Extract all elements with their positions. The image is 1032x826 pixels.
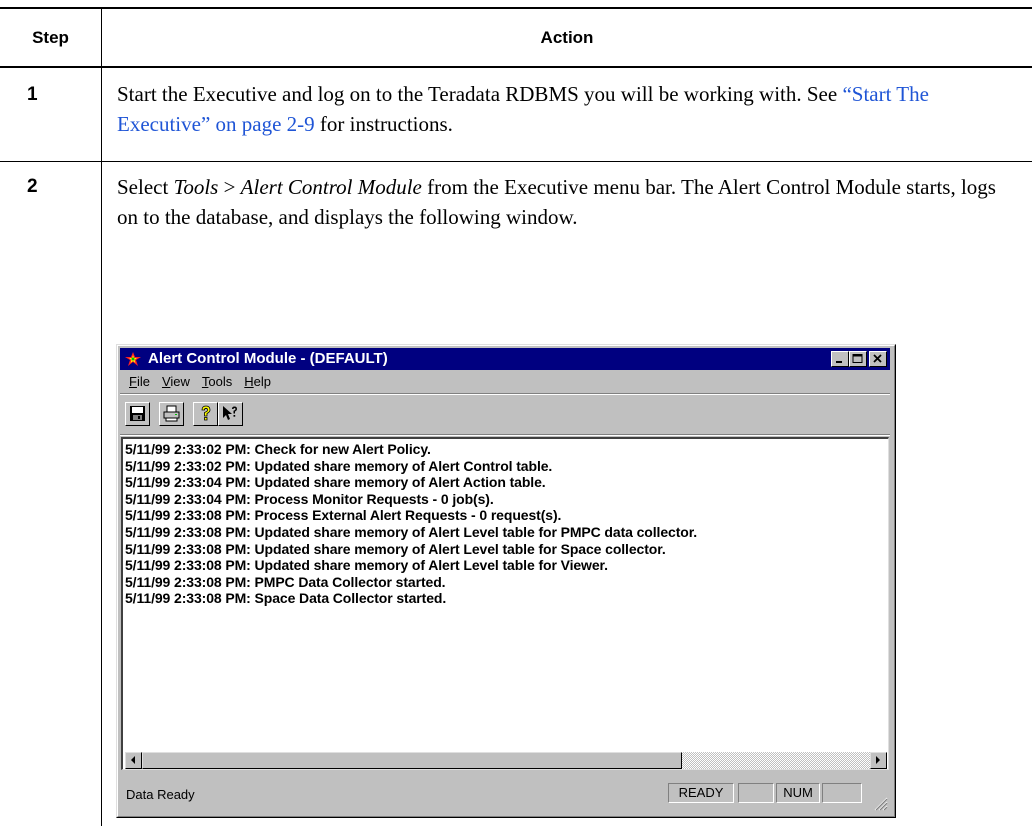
whats-this-help-button[interactable]	[218, 402, 243, 426]
app-icon	[125, 351, 142, 367]
status-panel-empty	[738, 783, 774, 803]
step-2-action: Select Tools > Alert Control Module from…	[117, 172, 997, 232]
status-bar: Data Ready READY NUM	[120, 775, 890, 813]
step-number-2: 2	[27, 176, 38, 197]
scroll-left-button[interactable]	[125, 752, 142, 769]
menu-path-alert-control-module: Alert Control Module	[240, 175, 422, 199]
help-icon	[201, 405, 211, 421]
scroll-right-button[interactable]	[870, 752, 887, 769]
minimize-icon	[836, 361, 842, 363]
row-divider	[0, 161, 1032, 162]
log-line: 5/11/99 2:33:04 PM: Updated share memory…	[125, 474, 546, 491]
print-button[interactable]	[159, 402, 184, 426]
whats-this-help-icon	[223, 406, 237, 420]
log-line: 5/11/99 2:33:08 PM: Space Data Collector…	[125, 590, 447, 607]
step-2-text-select: Select	[117, 175, 174, 199]
menu-separator	[120, 393, 890, 395]
menu-path-separator: >	[218, 175, 241, 199]
column-header-action: Action	[540, 27, 594, 47]
menu-file[interactable]: File	[126, 372, 153, 392]
log-line: 5/11/99 2:33:08 PM: Updated share memory…	[125, 523, 698, 540]
step-number-1: 1	[27, 84, 38, 105]
log-output-pane[interactable]: 5/11/99 2:33:02 PM: Check for new Alert …	[121, 437, 889, 770]
status-panel-empty	[822, 783, 862, 803]
save-icon	[130, 406, 145, 421]
window-controls	[831, 351, 887, 367]
window-title: Alert Control Module - (DEFAULT)	[148, 350, 388, 367]
horizontal-scrollbar[interactable]	[125, 752, 887, 769]
close-icon	[873, 354, 882, 363]
log-line: 5/11/99 2:33:02 PM: Check for new Alert …	[125, 441, 431, 457]
menu-help[interactable]: Help	[241, 372, 274, 392]
menu-bar: File View Tools Help	[120, 372, 274, 392]
scroll-right-arrow-icon	[876, 756, 880, 764]
status-message: Data Ready	[126, 787, 195, 802]
save-button[interactable]	[125, 402, 150, 426]
resize-grip-icon[interactable]	[872, 795, 888, 811]
toolbar	[120, 397, 890, 433]
minimize-button[interactable]	[831, 351, 849, 367]
log-line: 5/11/99 2:33:08 PM: Updated share memory…	[125, 540, 666, 557]
toolbar-separator	[120, 434, 890, 436]
maximize-button[interactable]	[849, 351, 867, 367]
help-button[interactable]	[193, 402, 218, 426]
alert-control-module-window: Alert Control Module - (DEFAULT) File Vi…	[116, 344, 896, 818]
column-header-step: Step	[32, 27, 69, 47]
log-line: 5/11/99 2:33:08 PM: Process External Ale…	[125, 507, 562, 524]
maximize-icon	[852, 354, 863, 363]
step-1-action: Start the Executive and log on to the Te…	[117, 79, 997, 139]
status-panel-ready: READY	[668, 783, 734, 803]
print-icon	[163, 405, 180, 422]
log-line: 5/11/99 2:33:08 PM: PMPC Data Collector …	[125, 573, 446, 590]
log-line: 5/11/99 2:33:04 PM: Process Monitor Requ…	[125, 490, 494, 507]
status-panel-num: NUM	[776, 783, 820, 803]
step-1-text: Start the Executive and log on to the Te…	[117, 82, 843, 106]
scroll-left-arrow-icon	[131, 756, 135, 764]
title-bar[interactable]: Alert Control Module - (DEFAULT)	[120, 348, 890, 370]
column-divider	[101, 9, 102, 826]
header-rule	[0, 66, 1032, 68]
menu-tools[interactable]: Tools	[199, 372, 235, 392]
log-line: 5/11/99 2:33:02 PM: Updated share memory…	[125, 457, 553, 474]
scrollbar-thumb[interactable]	[142, 752, 682, 769]
menu-path-tools: Tools	[173, 175, 219, 199]
close-button[interactable]	[869, 351, 887, 367]
step-1-text-end: for instructions.	[314, 112, 453, 136]
log-list: 5/11/99 2:33:02 PM: Check for new Alert …	[123, 439, 888, 607]
log-line: 5/11/99 2:33:08 PM: Updated share memory…	[125, 557, 608, 574]
menu-view[interactable]: View	[159, 372, 193, 392]
